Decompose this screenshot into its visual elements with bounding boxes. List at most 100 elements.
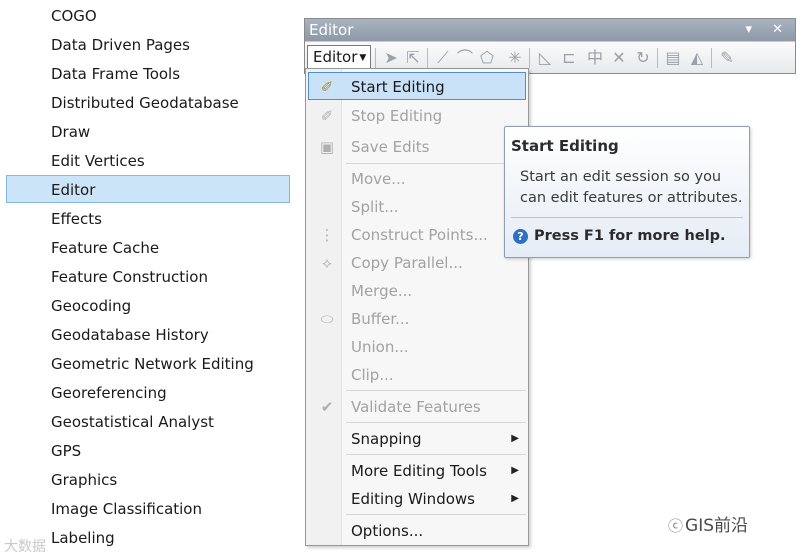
menu-item-label: Editing Windows: [351, 490, 475, 508]
buffer-icon: ⬭: [320, 310, 334, 328]
toolbar-item-georeferencing[interactable]: Georeferencing: [6, 378, 290, 406]
menu-item-more-editing-tools[interactable]: More Editing Tools ▶: [308, 456, 526, 484]
cut-polygons-icon[interactable]: 中: [585, 48, 605, 68]
start-editing-icon: ✐: [320, 78, 334, 96]
watermark-right: ⓒ GIS前沿: [668, 511, 748, 536]
toolbar-item-effects[interactable]: Effects: [6, 204, 290, 232]
tooltip-help-text: Press F1 for more help.: [534, 228, 726, 244]
menu-item-copy-parallel[interactable]: ⟡ Copy Parallel...: [308, 248, 526, 276]
menu-item-label: Merge...: [351, 282, 413, 300]
menu-item-label: Snapping: [351, 430, 422, 448]
stop-editing-icon: ✐: [320, 107, 334, 125]
help-icon: ?: [513, 228, 528, 244]
menu-item-start-editing[interactable]: ✐ Start Editing: [308, 72, 526, 100]
menu-item-clip[interactable]: Clip...: [308, 360, 526, 388]
tooltip-divider: [511, 217, 743, 218]
toolbar-item-geostatistical-analyst[interactable]: Geostatistical Analyst: [6, 407, 290, 435]
toolbar-item-geocoding[interactable]: Geocoding: [6, 291, 290, 319]
toolbar-item-geodatabase-history[interactable]: Geodatabase History: [6, 320, 290, 348]
validate-icon: ✔: [320, 398, 334, 416]
toolbar-separator: [427, 48, 428, 68]
menu-item-snapping[interactable]: Snapping ▶: [308, 424, 526, 452]
menu-item-label: Save Edits: [351, 138, 430, 156]
tooltip-title: Start Editing: [511, 137, 619, 155]
toolbar-item-cogo[interactable]: COGO: [6, 1, 290, 29]
menu-item-label: Stop Editing: [351, 107, 443, 125]
edit-tool-icon[interactable]: ➤: [381, 48, 401, 68]
toolbar-separator: [529, 48, 530, 68]
copy-parallel-icon: ⟡: [322, 254, 332, 272]
toolbar-item-edit-vertices[interactable]: Edit Vertices: [6, 146, 290, 174]
menu-item-label: Validate Features: [351, 398, 481, 416]
submenu-arrow-icon: ▶: [511, 465, 519, 476]
attributes-icon[interactable]: ▤: [663, 48, 683, 68]
watermark-left: 大数据: [4, 536, 46, 556]
menu-item-label: Construct Points...: [351, 226, 488, 244]
toolbar-item-data-frame-tools[interactable]: Data Frame Tools: [6, 59, 290, 87]
point-icon[interactable]: ✳: [505, 48, 525, 68]
edit-vertices-icon[interactable]: ◺: [535, 48, 555, 68]
toolbar-separator: [711, 48, 712, 68]
submenu-arrow-icon: ▶: [511, 433, 519, 444]
create-features-icon[interactable]: ✎: [717, 48, 737, 68]
window-controls[interactable]: ▾ ✕: [745, 19, 791, 41]
menu-item-options[interactable]: Options...: [308, 516, 526, 544]
toolbar-item-editor[interactable]: Editor: [6, 175, 290, 203]
menu-item-union[interactable]: Union...: [308, 332, 526, 360]
toolbar-item-draw[interactable]: Draw: [6, 117, 290, 145]
toolbar-item-geometric-network-editing[interactable]: Geometric Network Editing: [6, 349, 290, 377]
reshape-icon[interactable]: ⊏: [559, 48, 579, 68]
toolbars-list: COGO Data Driven Pages Data Frame Tools …: [0, 0, 300, 560]
toolbar-item-graphics[interactable]: Graphics: [6, 465, 290, 493]
end-point-arc-icon[interactable]: ⌒: [455, 48, 475, 68]
trace-icon[interactable]: ⬠: [477, 48, 497, 68]
tooltip-help: ? Press F1 for more help.: [513, 228, 726, 244]
editor-title-bar[interactable]: Editor ▾ ✕: [305, 19, 795, 41]
wechat-icon: ⓒ: [668, 517, 684, 535]
straight-segment-icon[interactable]: ⟋: [433, 48, 453, 68]
watermark-text: GIS前沿: [685, 516, 748, 536]
menu-separator: [346, 390, 526, 391]
menu-item-validate-features[interactable]: ✔ Validate Features: [308, 392, 526, 420]
menu-separator: [346, 514, 526, 515]
tooltip-body: Start an edit session so you can edit fe…: [520, 169, 743, 206]
menu-separator: [346, 422, 526, 423]
sketch-properties-icon[interactable]: ◭: [687, 48, 707, 68]
menu-item-merge[interactable]: Merge...: [308, 276, 526, 304]
edit-annotation-icon[interactable]: ⇱: [403, 48, 423, 68]
menu-item-label: Clip...: [351, 366, 394, 384]
menu-item-save-edits[interactable]: ▣ Save Edits: [308, 132, 526, 160]
menu-item-label: Buffer...: [351, 310, 410, 328]
rotate-icon[interactable]: ↻: [633, 48, 653, 68]
toolbar-separator: [657, 48, 658, 68]
menu-item-move[interactable]: Move...: [308, 164, 526, 192]
menu-item-construct-points[interactable]: ⋮ Construct Points...: [308, 220, 526, 248]
menu-item-editing-windows[interactable]: Editing Windows ▶: [308, 484, 526, 512]
menu-separator: [346, 454, 526, 455]
menu-item-label: More Editing Tools: [351, 462, 487, 480]
toolbar-item-feature-construction[interactable]: Feature Construction: [6, 262, 290, 290]
toolbar-item-image-classification[interactable]: Image Classification: [6, 494, 290, 522]
split-tool-icon[interactable]: ✕: [609, 48, 629, 68]
menu-item-label: Union...: [351, 338, 409, 356]
menu-item-split[interactable]: Split...: [308, 192, 526, 220]
menu-item-label: Copy Parallel...: [351, 254, 463, 272]
submenu-arrow-icon: ▶: [511, 493, 519, 504]
menu-item-stop-editing[interactable]: ✐ Stop Editing: [308, 101, 526, 129]
editor-window-title: Editor: [309, 21, 354, 39]
editor-menu-button[interactable]: Editor ▼: [307, 45, 371, 70]
menu-item-label: Move...: [351, 170, 406, 188]
toolbar-item-labeling[interactable]: Labeling: [6, 523, 290, 551]
toolbar-item-gps[interactable]: GPS: [6, 436, 290, 464]
editor-dropdown-menu: ✐ Start Editing ✐ Stop Editing ▣ Save Ed…: [305, 68, 529, 546]
menu-item-buffer[interactable]: ⬭ Buffer...: [308, 304, 526, 332]
menu-item-label: Split...: [351, 198, 399, 216]
editor-menu-label: Editor: [313, 48, 358, 66]
menu-item-label: Options...: [351, 522, 424, 540]
chevron-down-icon: ▼: [359, 52, 367, 63]
toolbar-item-distributed-geodatabase[interactable]: Distributed Geodatabase: [6, 88, 290, 116]
editor-toolbar-window: Editor ▾ ✕ Editor ▼ ➤ ⇱ ⟋ ⌒ ⬠ ✳ ◺ ⊏ 中 ✕ ↻…: [304, 18, 796, 74]
construct-points-icon: ⋮: [319, 226, 335, 244]
toolbar-item-feature-cache[interactable]: Feature Cache: [6, 233, 290, 261]
toolbar-item-data-driven-pages[interactable]: Data Driven Pages: [6, 30, 290, 58]
